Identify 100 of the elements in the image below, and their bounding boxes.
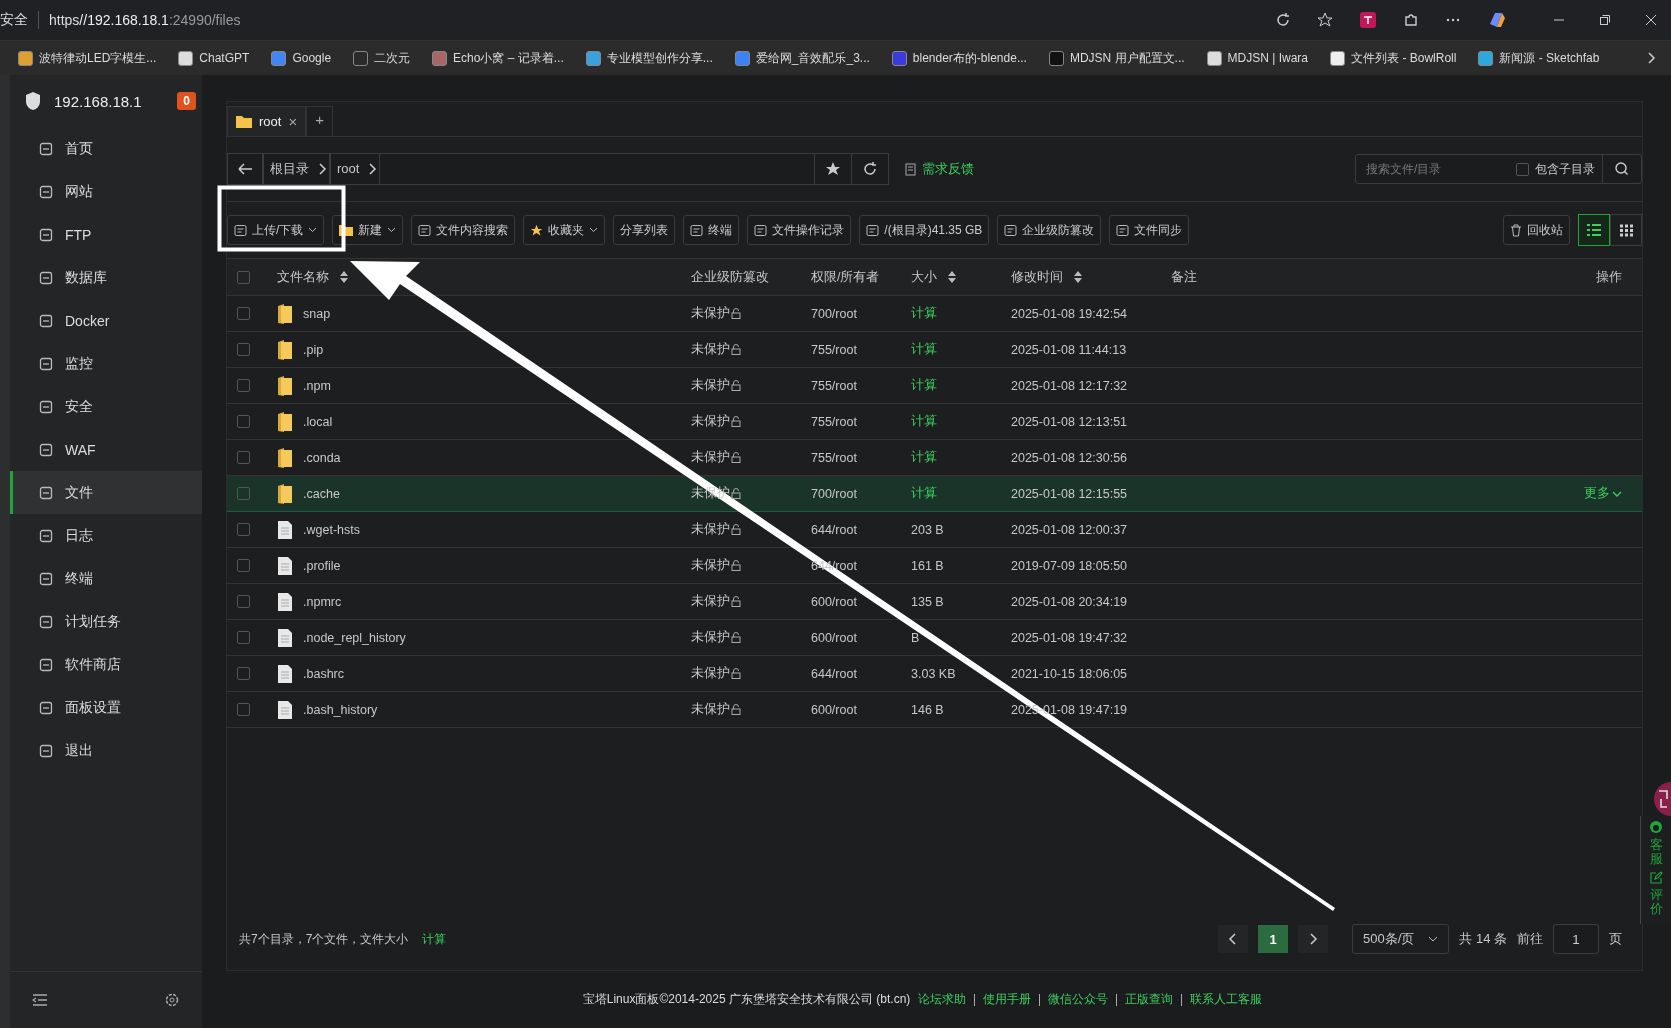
file-name[interactable]: .node_repl_history [303,630,406,645]
row-checkbox[interactable] [237,631,250,644]
checkbox-label[interactable]: 包含子目录 [1535,160,1595,178]
next-page-icon[interactable] [1298,925,1328,953]
row-checkbox[interactable] [237,703,250,716]
headset-icon[interactable] [1649,820,1663,834]
footer-link[interactable]: 使用手册 [983,991,1032,1008]
footer-link[interactable]: 论坛求助 [918,991,967,1008]
file-name[interactable]: .local [303,414,333,429]
calculate-link[interactable]: 计算 [911,413,1011,430]
lock-icon[interactable] [731,560,741,571]
sidebar-item[interactable]: 计划任务 [10,600,202,643]
page-button[interactable]: 1 [1258,925,1288,953]
lock-icon[interactable] [731,308,741,319]
page-size-select[interactable]: 500条/页 [1352,924,1450,954]
close-tab-button[interactable]: × [288,113,298,130]
chevron-right-icon[interactable] [1647,52,1657,64]
file-name[interactable]: .bashrc [303,666,344,681]
sidebar-item[interactable]: 网站 [10,170,202,213]
row-checkbox[interactable] [237,667,250,680]
checkbox[interactable] [1516,162,1529,176]
sidebar-item[interactable]: 数据库 [10,256,202,299]
toolbar-button[interactable]: 文件操作记录 [747,215,852,245]
file-name[interactable]: .npm [303,378,331,393]
previous-page-icon[interactable] [1218,925,1248,953]
lock-icon[interactable] [731,704,741,715]
lock-icon[interactable] [731,596,741,607]
footer-link[interactable]: 微信公众号 [1048,991,1109,1008]
bookmark[interactable]: 二次元 [353,49,411,67]
toolbar-button[interactable]: 分享列表 [613,215,676,245]
row-checkbox[interactable] [237,415,250,428]
recycle-bin-button[interactable]: 回收站 [1503,215,1570,245]
more-menu-button[interactable]: 更多 [1584,485,1622,502]
sidebar-item[interactable]: 退出 [10,729,202,772]
calculate-link[interactable]: 计算 [911,449,1011,466]
row-checkbox[interactable] [237,451,250,464]
calculate-link[interactable]: 计算 [422,930,447,948]
sidebar-item[interactable]: Docker [10,299,202,342]
file-name[interactable]: .npmrc [303,594,342,609]
breadcrumb-item[interactable]: 根目录 [263,154,315,184]
select-all-checkbox[interactable] [237,270,250,284]
sidebar-item[interactable]: 首页 [10,127,202,170]
customer-service-link[interactable]: 客服 [1649,838,1663,867]
refresh-icon[interactable] [1275,12,1291,28]
row-checkbox[interactable] [237,307,250,320]
lock-icon[interactable] [731,380,741,391]
restore-icon[interactable] [1599,14,1611,26]
row-checkbox[interactable] [237,487,250,500]
toolbar-button[interactable]: 新建 [332,215,404,245]
row-checkbox[interactable] [237,523,250,536]
toolbar-button[interactable]: 上传/下载 [227,215,325,245]
extension-icon[interactable] [1359,11,1377,29]
sort-icon[interactable] [947,270,957,284]
file-name[interactable]: .profile [303,558,341,573]
bookmark[interactable]: 专业模型创作分享... [585,49,713,67]
sort-icon[interactable] [1073,270,1083,284]
file-name[interactable]: .pip [303,342,324,357]
new-tab-button[interactable]: + [306,106,333,136]
feedback-link[interactable]: 需求反馈 [905,160,974,178]
file-name[interactable]: .wget-hsts [303,522,360,537]
bookmark[interactable]: MDJSN | Iwara [1206,50,1309,66]
lock-icon[interactable] [731,632,741,643]
file-name[interactable]: .bash_history [303,702,378,717]
sidebar-item[interactable]: 面板设置 [10,686,202,729]
row-checkbox[interactable] [237,595,250,608]
sidebar-item[interactable]: 文件 [10,471,202,514]
file-name[interactable]: snap [303,306,331,321]
footer-link[interactable]: 联系人工客服 [1190,991,1263,1008]
bookmark[interactable]: MDJSN 用户配置文... [1048,49,1185,67]
bookmark[interactable]: 新闻源 - Sketchfab [1478,49,1600,67]
lock-icon[interactable] [731,452,741,463]
row-checkbox[interactable] [237,343,250,356]
address-field[interactable]: https//192.168.18.1:24990/files [49,12,1265,28]
sidebar-item[interactable]: 日志 [10,514,202,557]
toolbar-button[interactable]: /(根目录)41.35 GB [859,215,990,245]
row-checkbox[interactable] [237,559,250,572]
bookmark[interactable]: Echo小窝 – 记录着... [432,49,564,67]
file-name[interactable]: .conda [303,450,341,465]
grid-view-button[interactable] [1610,214,1642,246]
footer-link[interactable]: 正版查询 [1125,991,1174,1008]
file-name[interactable]: .cache [303,486,340,501]
lock-icon[interactable] [731,344,741,355]
close-icon[interactable] [1645,14,1657,26]
puzzle-icon[interactable] [1403,12,1419,28]
edit-icon[interactable] [1649,870,1663,884]
breadcrumb-item[interactable]: root [330,154,366,184]
settings-icon[interactable] [164,992,180,1008]
review-link[interactable]: 评价 [1649,887,1663,917]
notification-badge[interactable]: 0 [177,92,196,110]
lock-icon[interactable] [731,488,741,499]
sidebar-item[interactable]: 监控 [10,342,202,385]
path-bar[interactable]: 根目录 root [227,153,889,185]
search-field[interactable]: 搜索文件/目录 包含子目录 [1355,154,1642,184]
calculate-link[interactable]: 计算 [911,485,1011,502]
row-checkbox[interactable] [237,379,250,392]
calculate-link[interactable]: 计算 [911,341,1011,358]
lock-icon[interactable] [731,524,741,535]
sidebar-item[interactable]: WAF [10,428,202,471]
bookmark[interactable]: Google [271,50,332,66]
toolbar-button[interactable]: 企业级防篡改 [997,215,1102,245]
